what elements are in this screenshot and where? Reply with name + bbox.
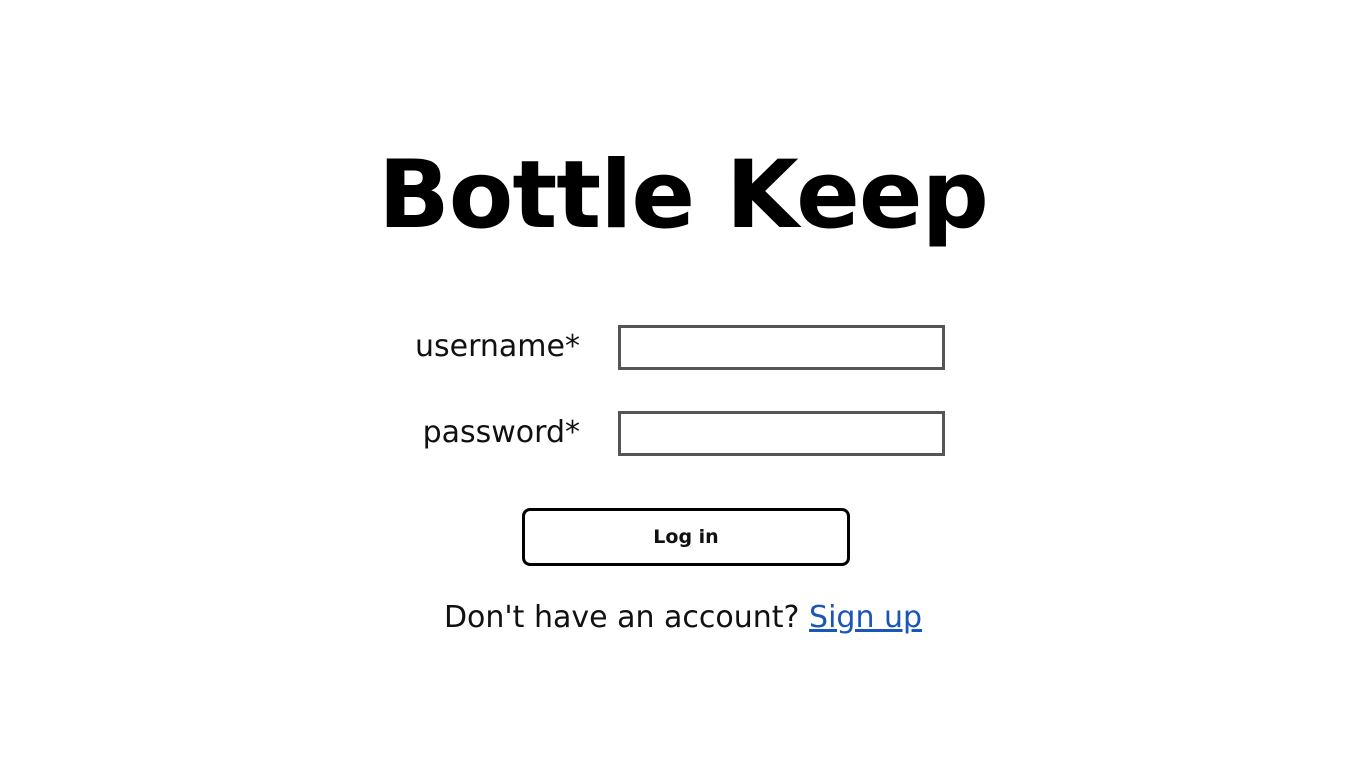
signup-link[interactable]: Sign up: [809, 600, 922, 635]
password-input[interactable]: [618, 411, 945, 456]
signup-prompt-text: Don't have an account?: [443, 600, 800, 635]
login-button[interactable]: Log in: [522, 508, 850, 566]
username-label: username*: [415, 329, 580, 364]
password-label: password*: [422, 415, 580, 450]
username-input[interactable]: [618, 325, 945, 370]
login-form: username* password* Log in: [0, 0, 1366, 768]
signup-prompt-line: Don't have an account? Sign up: [0, 598, 1366, 638]
